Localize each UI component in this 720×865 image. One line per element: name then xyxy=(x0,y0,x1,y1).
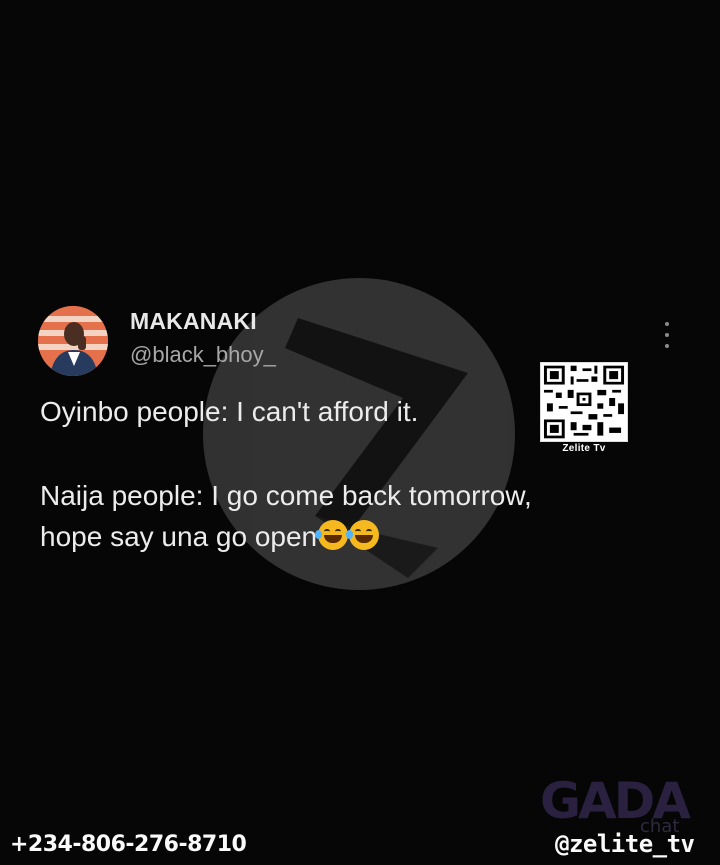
tweet-text-line-3-text: hope say una go open xyxy=(40,521,318,552)
avatar-image xyxy=(38,306,108,376)
brand-handle: @zelite_tv xyxy=(555,830,695,858)
qr-code xyxy=(540,362,628,442)
tweet-text-line-1: Oyinbo people: I can't afford it. xyxy=(40,396,419,427)
phone-number: +234-806-276-8710 xyxy=(10,832,247,857)
display-name[interactable]: MAKANAKI xyxy=(130,308,257,335)
face-with-tears-of-joy-icon xyxy=(315,520,349,550)
qr-code-pattern xyxy=(541,363,627,441)
avatar[interactable] xyxy=(38,306,108,376)
user-handle[interactable]: @black_bhoy_ xyxy=(130,342,276,368)
qr-label: Zelite Tv xyxy=(562,443,606,454)
tweet-text-line-2: Naija people: I go come back tomorrow, xyxy=(40,480,532,511)
qr-code-block[interactable]: Zelite Tv xyxy=(540,362,628,454)
tweet-text-line-3: hope say una go open xyxy=(40,520,380,553)
more-options-icon[interactable] xyxy=(660,322,674,348)
face-with-tears-of-joy-icon xyxy=(346,520,380,550)
